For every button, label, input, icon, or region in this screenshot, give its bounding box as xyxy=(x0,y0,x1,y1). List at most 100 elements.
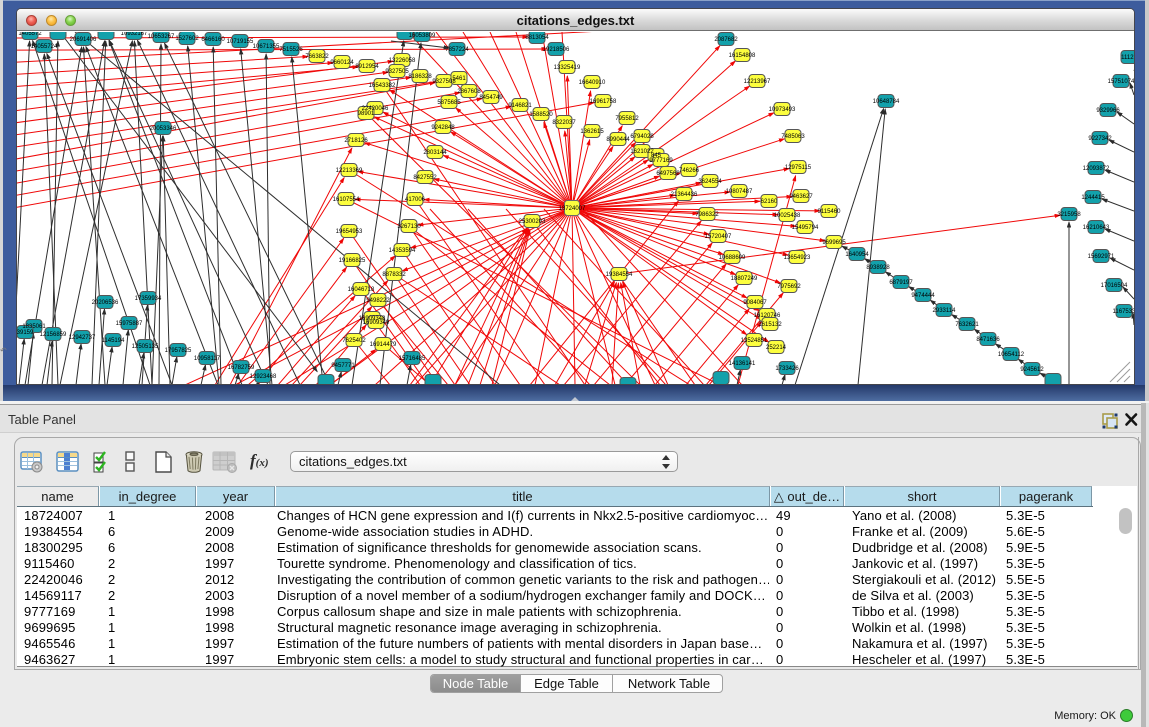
svg-text:10025438: 10025438 xyxy=(774,213,801,219)
svg-text:9227342: 9227342 xyxy=(1088,136,1112,142)
svg-text:5461: 5461 xyxy=(452,76,466,82)
svg-text:9498222: 9498222 xyxy=(366,298,390,304)
svg-text:12213369: 12213369 xyxy=(336,168,363,174)
svg-text:8813054: 8813054 xyxy=(525,35,549,41)
svg-text:417006: 417006 xyxy=(405,197,426,203)
svg-text:6794028: 6794028 xyxy=(630,134,654,140)
svg-text:7625402: 7625402 xyxy=(342,338,366,344)
svg-text:9474444: 9474444 xyxy=(911,293,935,299)
svg-text:12923468: 12923468 xyxy=(250,374,277,380)
svg-text:62160: 62160 xyxy=(761,199,778,205)
svg-text:10671355: 10671355 xyxy=(253,44,280,50)
svg-text:11121: 11121 xyxy=(1121,55,1134,61)
svg-text:14055724: 14055724 xyxy=(31,44,58,50)
svg-text:1145194: 1145194 xyxy=(102,338,126,344)
svg-text:15751074: 15751074 xyxy=(1108,79,1134,85)
svg-text:17957825: 17957825 xyxy=(165,348,192,354)
svg-text:15975887: 15975887 xyxy=(116,321,143,327)
svg-text:18724007: 18724007 xyxy=(559,206,586,212)
svg-text:8990444: 8990444 xyxy=(606,137,630,143)
svg-text:16914479: 16914479 xyxy=(370,342,397,348)
svg-text:19218506: 19218506 xyxy=(543,47,570,53)
svg-text:20206536: 20206536 xyxy=(92,300,119,306)
svg-text:7986322: 7986322 xyxy=(695,212,719,218)
svg-text:2867608: 2867608 xyxy=(457,89,481,95)
svg-text:7663822: 7663822 xyxy=(305,54,329,60)
svg-text:7955812: 7955812 xyxy=(615,116,639,122)
svg-text:9146821: 9146821 xyxy=(508,103,532,109)
svg-text:8938928: 8938928 xyxy=(866,265,890,271)
svg-text:2718126: 2718126 xyxy=(344,138,368,144)
svg-text:10648784: 10648784 xyxy=(873,99,900,105)
svg-text:9777169: 9777169 xyxy=(649,158,673,164)
svg-text:8471636: 8471636 xyxy=(976,337,1000,343)
svg-text:9242848: 9242848 xyxy=(431,125,455,131)
svg-text:25300203: 25300203 xyxy=(519,219,546,225)
svg-text:10719155: 10719155 xyxy=(227,39,254,45)
svg-text:2933114: 2933114 xyxy=(933,308,957,314)
svg-text:13654923: 13654923 xyxy=(784,255,811,261)
svg-text:12093872: 12093872 xyxy=(1083,166,1110,172)
svg-text:1167533: 1167533 xyxy=(1113,309,1134,315)
svg-text:1733426: 1733426 xyxy=(775,366,799,372)
svg-text:10958117: 10958117 xyxy=(194,356,221,362)
svg-text:2803144: 2803144 xyxy=(423,150,447,156)
svg-text:8427552: 8427552 xyxy=(413,175,437,181)
svg-text:9084067: 9084067 xyxy=(743,300,767,306)
svg-text:16961758: 16961758 xyxy=(590,99,617,105)
svg-text:10932167: 10932167 xyxy=(121,32,148,37)
svg-text:1640954: 1640954 xyxy=(845,252,869,258)
svg-text:16154808: 16154808 xyxy=(729,53,756,59)
svg-text:9457771: 9457771 xyxy=(331,363,355,369)
svg-text:8454749: 8454749 xyxy=(479,95,503,101)
svg-text:13325419: 13325419 xyxy=(554,65,581,71)
svg-text:7515526: 7515526 xyxy=(279,47,303,53)
svg-text:5875685: 5875685 xyxy=(437,100,461,106)
svg-text:16210643: 16210643 xyxy=(1083,225,1110,231)
svg-text:6466160: 6466160 xyxy=(201,37,225,43)
svg-text:16120746: 16120746 xyxy=(754,313,781,319)
svg-text:1405572: 1405572 xyxy=(18,32,42,37)
svg-text:12156859: 12156859 xyxy=(40,332,67,338)
svg-text:20053346: 20053346 xyxy=(150,126,177,132)
svg-text:12505135: 12505135 xyxy=(132,344,159,350)
svg-text:1362615: 1362615 xyxy=(580,129,604,135)
svg-text:21364436: 21364436 xyxy=(671,192,698,198)
svg-text:3215958: 3215958 xyxy=(1057,212,1081,218)
svg-text:19384554: 19384554 xyxy=(606,272,633,278)
svg-text:16782759: 16782759 xyxy=(228,365,255,371)
svg-text:10654112: 10654112 xyxy=(998,352,1025,358)
svg-text:6879197: 6879197 xyxy=(889,280,913,286)
svg-text:15716485: 15716485 xyxy=(399,356,426,362)
svg-text:7857224: 7857224 xyxy=(445,47,469,53)
svg-text:13226058: 13226058 xyxy=(389,58,416,64)
svg-text:9245612: 9245612 xyxy=(1020,367,1044,373)
svg-text:12942737: 12942737 xyxy=(69,335,96,341)
svg-text:1527602: 1527602 xyxy=(175,36,199,42)
svg-text:16107554: 16107554 xyxy=(333,197,360,203)
svg-text:8912954: 8912954 xyxy=(355,64,379,70)
svg-text:1244415: 1244415 xyxy=(1081,195,1105,201)
svg-text:20691406: 20691406 xyxy=(70,37,97,43)
svg-text:16543382: 16543382 xyxy=(369,83,396,89)
svg-text:9115460: 9115460 xyxy=(818,209,842,215)
svg-text:16053809: 16053809 xyxy=(409,33,436,39)
svg-text:8878332: 8878332 xyxy=(382,272,406,278)
svg-text:252214: 252214 xyxy=(766,345,787,351)
svg-text:9327505: 9327505 xyxy=(385,69,409,75)
svg-text:2087682: 2087682 xyxy=(714,37,738,43)
svg-text:7485063: 7485063 xyxy=(781,134,805,140)
svg-text:8322037: 8322037 xyxy=(552,120,576,126)
svg-text:10973493: 10973493 xyxy=(769,107,796,113)
svg-text:3267130: 3267130 xyxy=(397,224,421,230)
svg-text:17359934: 17359934 xyxy=(135,296,162,302)
svg-text:19654953: 19654953 xyxy=(336,229,363,235)
svg-text:16046718: 16046718 xyxy=(348,287,375,293)
svg-text:1615132: 1615132 xyxy=(758,322,782,328)
svg-text:3624554: 3624554 xyxy=(698,179,722,185)
svg-text:13524851: 13524851 xyxy=(741,338,768,344)
svg-text:1588520: 1588520 xyxy=(529,112,553,118)
svg-text:9699695: 9699695 xyxy=(822,240,846,246)
svg-text:9660124: 9660124 xyxy=(330,60,354,66)
svg-text:39159: 39159 xyxy=(17,330,34,336)
